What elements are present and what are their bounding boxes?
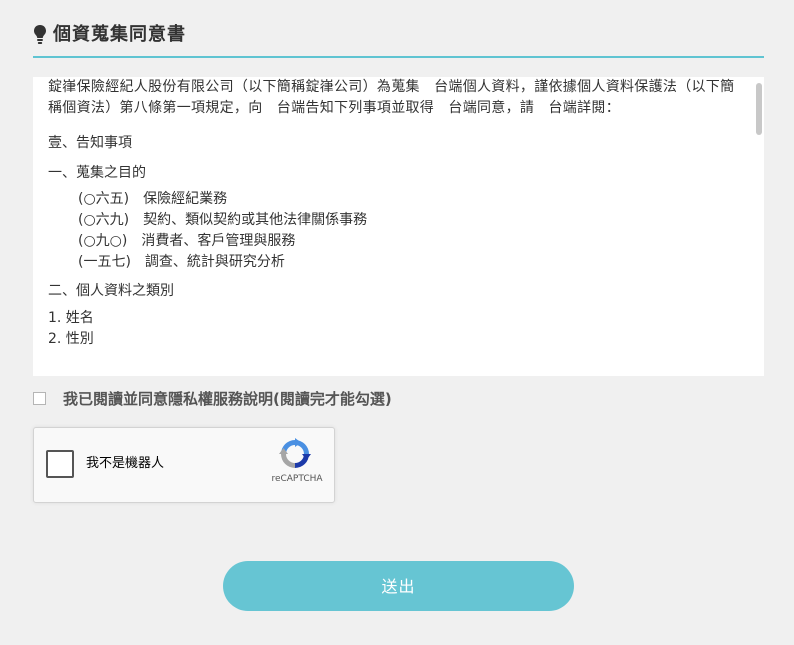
scrollbar-thumb[interactable] bbox=[756, 83, 762, 135]
list-item: (○六五) 保險經紀業務 bbox=[78, 191, 228, 207]
purpose-list: (○六五) 保險經紀業務 (○六九) 契約、類似契約或其他法律關係事務 (○九○… bbox=[48, 189, 742, 273]
recaptcha-label: 我不是機器人 bbox=[86, 456, 165, 471]
category-list: 1. 姓名 2. 性別 bbox=[48, 308, 742, 350]
list-item: 2. 性別 bbox=[48, 331, 94, 347]
recaptcha-checkbox[interactable] bbox=[46, 450, 74, 478]
recaptcha-logo-icon bbox=[279, 438, 311, 468]
terms-content: 錠嵂保險經紀人股份有限公司（以下簡稱錠嵂公司）為蒐集 台端個人資料，謹依據個人資… bbox=[48, 77, 742, 350]
terms-intro: 錠嵂保險經紀人股份有限公司（以下簡稱錠嵂公司）為蒐集 台端個人資料，謹依據個人資… bbox=[48, 79, 735, 116]
section-heading-categories: 二、個人資料之類別 bbox=[48, 283, 174, 299]
recaptcha-widget: 我不是機器人 reCAPTCHA bbox=[33, 427, 335, 503]
submit-button[interactable]: 送出 bbox=[223, 561, 574, 611]
section-heading-notice: 壹、告知事項 bbox=[48, 135, 132, 151]
list-item: (○六九) 契約、類似契約或其他法律關係事務 bbox=[78, 212, 368, 228]
terms-scroll-box[interactable]: 錠嵂保險經紀人股份有限公司（以下簡稱錠嵂公司）為蒐集 台端個人資料，謹依據個人資… bbox=[33, 77, 764, 376]
section-heading-purpose: 一、蒐集之目的 bbox=[48, 165, 146, 181]
list-item: 1. 姓名 bbox=[48, 310, 94, 326]
agree-label[interactable]: 我已閱讀並同意隱私權服務說明(閱讀完才能勾選) bbox=[63, 390, 392, 408]
terms-scrollbar[interactable] bbox=[754, 77, 764, 376]
list-item: (○九○) 消費者、客戶管理與服務 bbox=[78, 233, 296, 249]
list-item: (一五七) 調查、統計與研究分析 bbox=[78, 254, 285, 270]
recaptcha-brand: reCAPTCHA bbox=[271, 474, 323, 484]
page-title: 個資蒐集同意書 bbox=[53, 24, 186, 45]
lightbulb-icon bbox=[34, 25, 46, 44]
section-header: 個資蒐集同意書 bbox=[33, 22, 764, 58]
agree-checkbox[interactable] bbox=[33, 392, 46, 405]
